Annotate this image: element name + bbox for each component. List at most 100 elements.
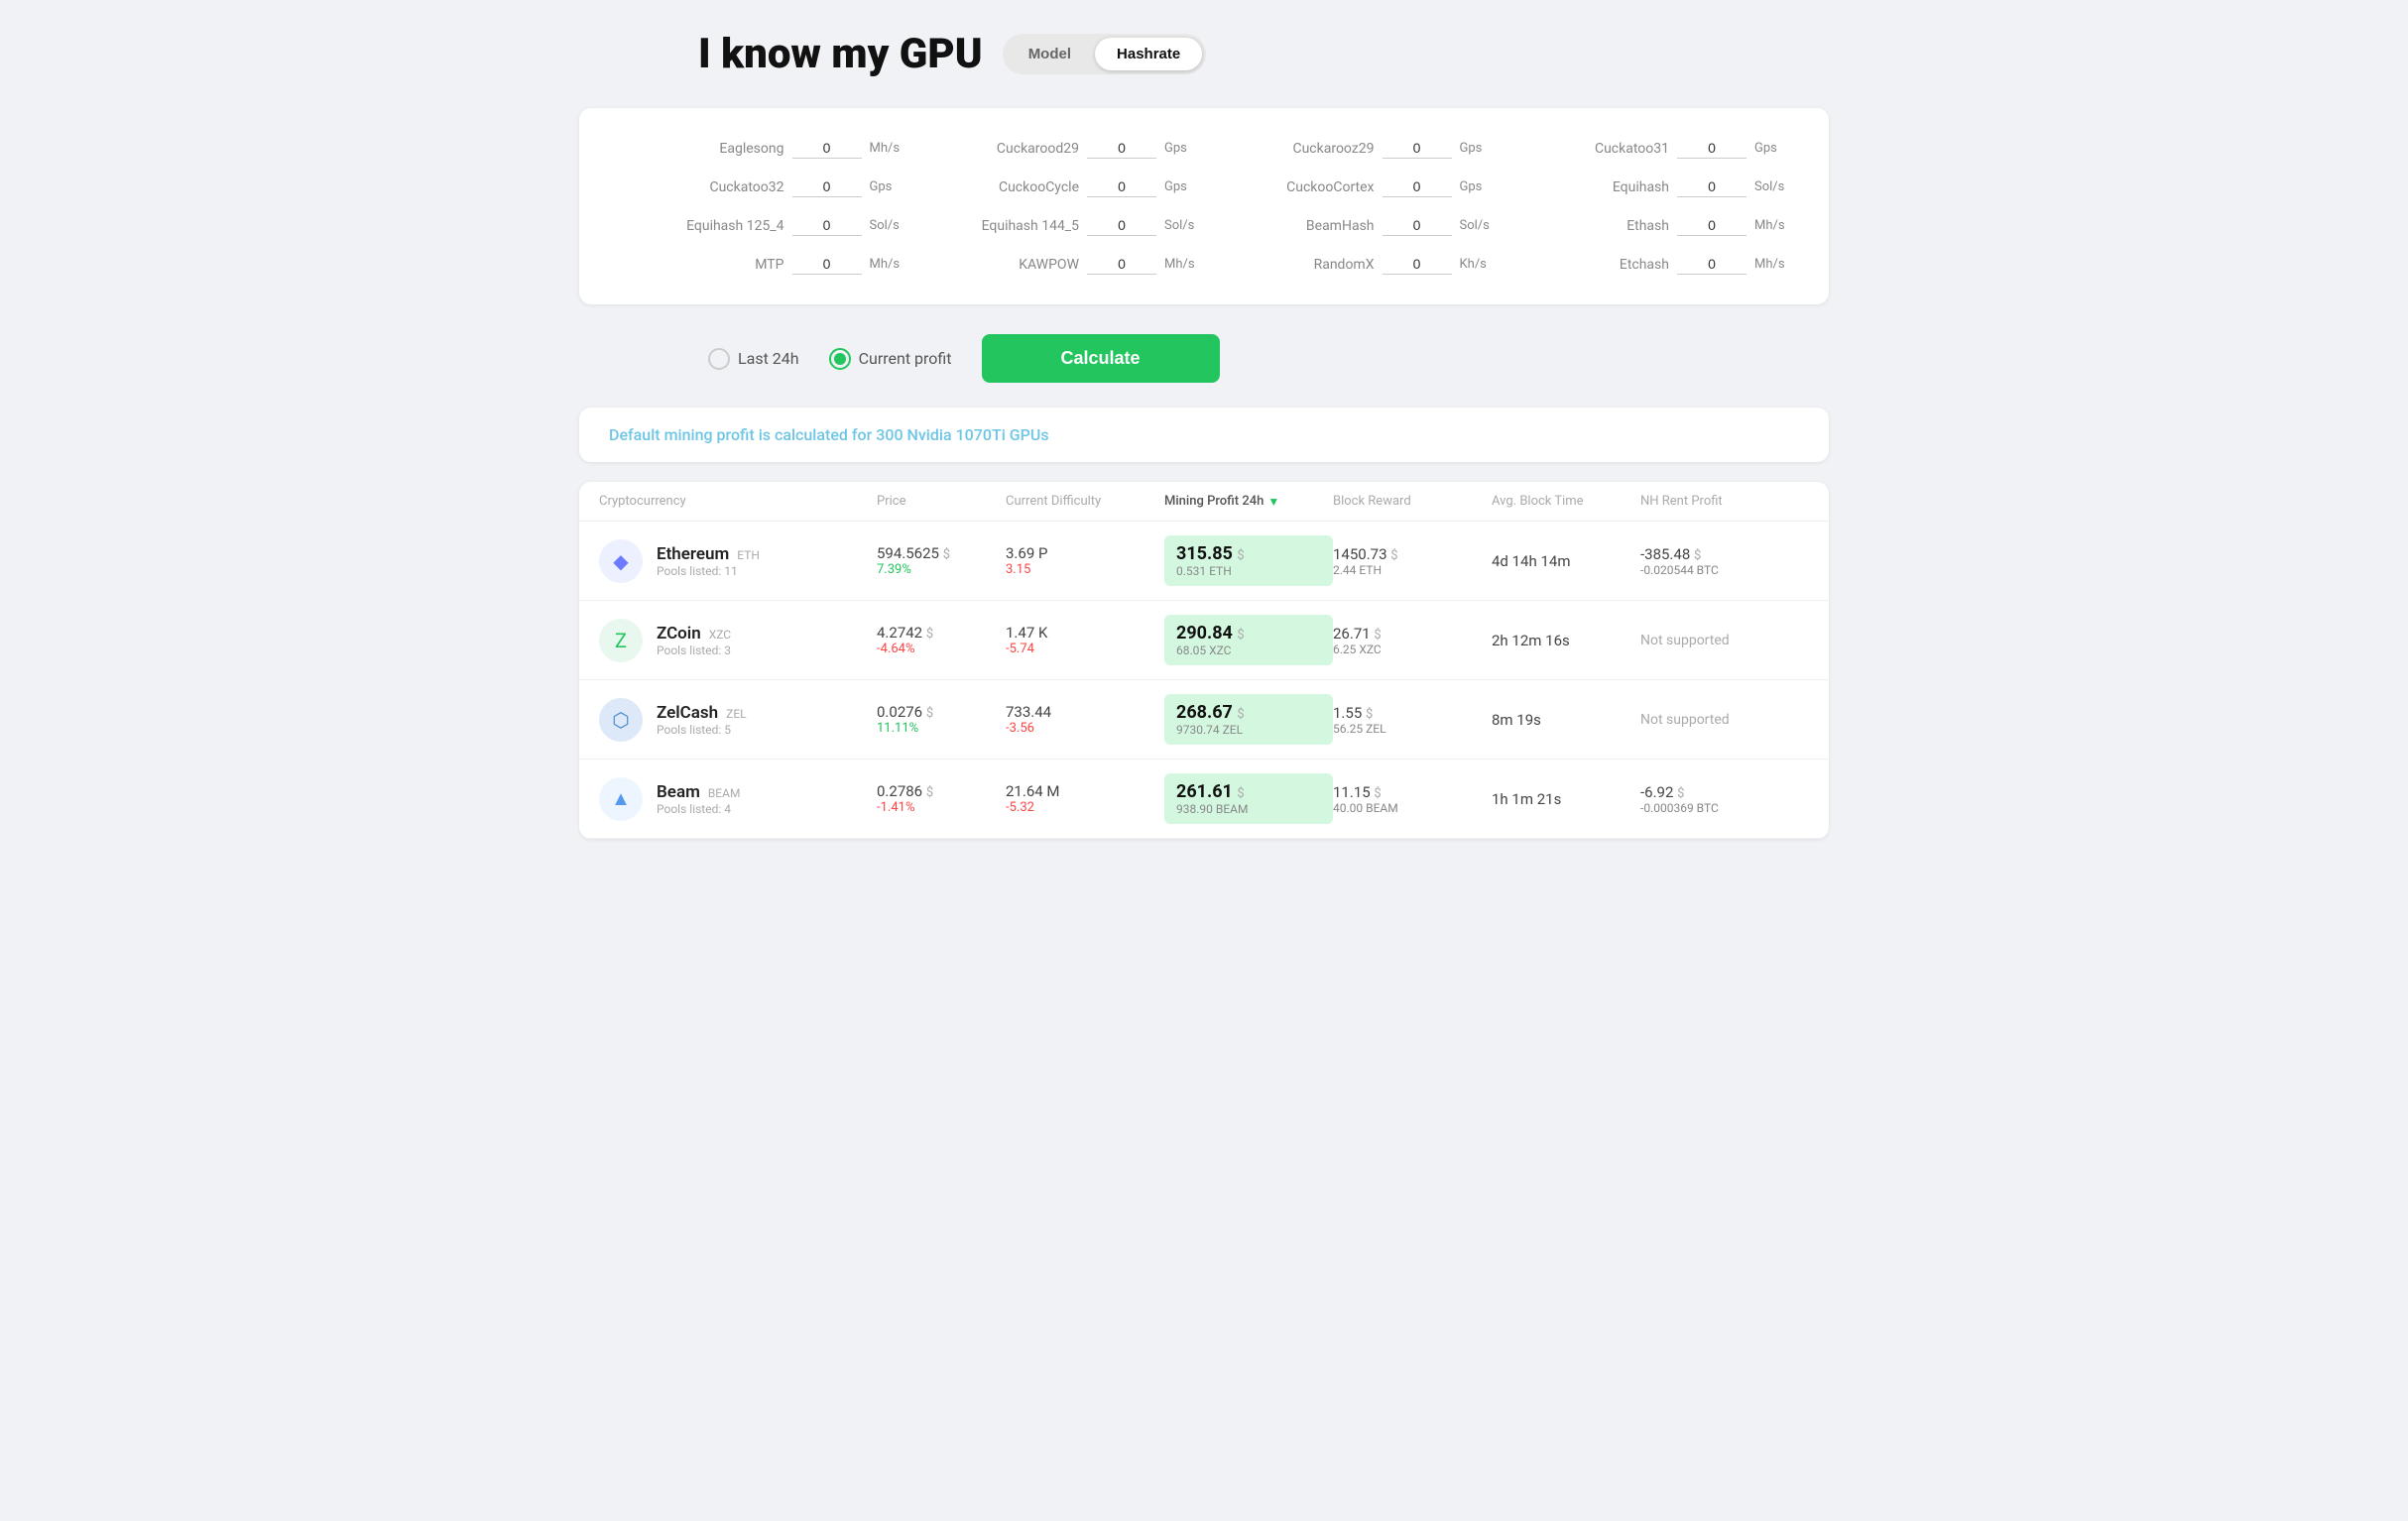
price-change: -1.41% (877, 800, 1006, 815)
block-time-value: 4d 14h 14m (1492, 552, 1640, 570)
hashrate-input-6[interactable] (1383, 176, 1452, 197)
nh-rent-btc: -0.020544 BTC (1640, 563, 1799, 577)
coin-name-block: Ethereum ETH Pools listed: 11 (657, 544, 760, 578)
hashrate-input-11[interactable] (1677, 215, 1746, 236)
hashrate-unit: Mh/s (1754, 218, 1789, 233)
block-time-block: 8m 19s (1492, 711, 1640, 729)
nh-rent-value: -6.92 $ (1640, 783, 1799, 801)
difficulty-change: -5.32 (1006, 800, 1164, 815)
pools-listed: Pools listed: 5 (657, 723, 747, 737)
current-profit-label: Current profit (859, 349, 952, 368)
last24h-label: Last 24h (738, 349, 799, 368)
hashrate-input-4[interactable] (792, 176, 862, 197)
hashrate-unit: Gps (1754, 141, 1789, 156)
reward-sub: 2.44 ETH (1333, 563, 1492, 577)
hashrate-label: RandomX (1314, 257, 1375, 273)
coin-ticker: XZC (709, 628, 731, 642)
profit-value: 268.67 $ (1176, 702, 1321, 723)
table-row-inner: ⬡ ZelCash ZEL Pools listed: 5 0.0276 $ 1… (579, 680, 1829, 759)
coin-name: Beam (657, 782, 700, 802)
hashrate-input-5[interactable] (1087, 176, 1156, 197)
hashrate-toggle-btn[interactable]: Hashrate (1095, 38, 1202, 70)
hashrate-input-14[interactable] (1383, 254, 1452, 275)
hashrate-input-10[interactable] (1383, 215, 1452, 236)
th-mining-profit[interactable]: Mining Profit 24h ▼ (1164, 494, 1333, 509)
pools-listed: Pools listed: 4 (657, 802, 740, 816)
hashrate-field-kawpow: KAWPOW Mh/s (914, 254, 1200, 275)
coin-ticker: ZEL (726, 707, 746, 721)
sort-arrow-icon: ▼ (1267, 495, 1279, 509)
hashrate-label: Equihash 125_4 (686, 218, 783, 234)
block-time-block: 2h 12m 16s (1492, 632, 1640, 649)
hashrate-input-8[interactable] (792, 215, 862, 236)
reward-sub: 6.25 XZC (1333, 643, 1492, 656)
hashrate-input-9[interactable] (1087, 215, 1156, 236)
coin-icon-eth: ◆ (599, 539, 643, 583)
results-table: Cryptocurrency Price Current Difficulty … (579, 482, 1829, 839)
nh-not-supported: Not supported (1640, 633, 1799, 648)
th-price: Price (877, 494, 1006, 509)
price-block: 0.0276 $ 11.11% (877, 703, 1006, 736)
difficulty-change: -3.56 (1006, 721, 1164, 736)
hashrate-field-beamhash: BeamHash Sol/s (1209, 215, 1495, 236)
price-change: -4.64% (877, 642, 1006, 656)
profit-cell-wrapper: 315.85 $ 0.531 ETH (1164, 535, 1333, 586)
block-time-value: 2h 12m 16s (1492, 632, 1640, 649)
reward-block: 1450.73 $ 2.44 ETH (1333, 545, 1492, 577)
hashrate-label: BeamHash (1306, 218, 1375, 234)
table-body: ◆ Ethereum ETH Pools listed: 11 594.5625… (579, 522, 1829, 839)
calculate-button[interactable]: Calculate (982, 334, 1220, 383)
pools-listed: Pools listed: 11 (657, 564, 760, 578)
hashrate-unit: Mh/s (870, 141, 904, 156)
hashrate-input-1[interactable] (1087, 138, 1156, 159)
current-profit-radio-circle (829, 348, 851, 370)
nh-rent-block: Not supported (1640, 633, 1799, 648)
coin-icon-xzc: Z (599, 619, 643, 662)
hashrate-field-cuckatoo32: Cuckatoo32 Gps (619, 176, 904, 197)
profit-value: 261.61 $ (1176, 781, 1321, 802)
hashrate-input-15[interactable] (1677, 254, 1746, 275)
price-value: 4.2742 $ (877, 624, 1006, 642)
current-profit-radio-label[interactable]: Current profit (829, 348, 952, 370)
table-row: ◆ Ethereum ETH Pools listed: 11 594.5625… (579, 522, 1829, 601)
hashrate-field-cuckoocortex: CuckooCortex Gps (1209, 176, 1495, 197)
info-banner: Default mining profit is calculated for … (579, 408, 1829, 462)
last24h-radio-label[interactable]: Last 24h (708, 348, 799, 370)
hashrate-unit: Mh/s (870, 257, 904, 272)
coin-name: ZCoin (657, 624, 701, 644)
model-toggle-btn[interactable]: Model (1007, 38, 1093, 70)
hashrate-unit: Gps (1164, 179, 1199, 194)
hashrate-unit: Sol/s (1754, 179, 1789, 194)
hashrate-unit: Sol/s (1460, 218, 1495, 233)
hashrate-input-0[interactable] (792, 138, 862, 159)
hashrate-input-13[interactable] (1087, 254, 1156, 275)
mode-toggle-group: Model Hashrate (1003, 34, 1207, 74)
reward-block: 26.71 $ 6.25 XZC (1333, 625, 1492, 656)
hashrate-field-eaglesong: Eaglesong Mh/s (619, 138, 904, 159)
hashrate-input-3[interactable] (1677, 138, 1746, 159)
hashrate-unit: Sol/s (870, 218, 904, 233)
block-time-value: 8m 19s (1492, 711, 1640, 729)
pools-listed: Pools listed: 3 (657, 644, 731, 657)
profit-cell: 261.61 $ 938.90 BEAM (1164, 773, 1333, 824)
hashrate-input-7[interactable] (1677, 176, 1746, 197)
hashrate-field-equihash-144_5: Equihash 144_5 Sol/s (914, 215, 1200, 236)
coin-info: ▲ Beam BEAM Pools listed: 4 (599, 777, 877, 821)
profit-cell-wrapper: 261.61 $ 938.90 BEAM (1164, 773, 1333, 824)
hashrate-unit: Gps (1460, 141, 1495, 156)
hashrate-input-12[interactable] (792, 254, 862, 275)
hashrate-unit: Kh/s (1460, 257, 1495, 272)
profit-sub: 0.531 ETH (1176, 564, 1321, 578)
hashrate-input-2[interactable] (1383, 138, 1452, 159)
price-block: 4.2742 $ -4.64% (877, 624, 1006, 656)
coin-info: Z ZCoin XZC Pools listed: 3 (599, 619, 877, 662)
hashrate-label: Cuckarooz29 (1292, 141, 1374, 157)
block-time-block: 4d 14h 14m (1492, 552, 1640, 570)
reward-value: 1.55 $ (1333, 704, 1492, 722)
hashrate-label: Ethash (1626, 218, 1669, 234)
hashrate-unit: Mh/s (1164, 257, 1199, 272)
price-value: 594.5625 $ (877, 544, 1006, 562)
difficulty-block: 733.44 -3.56 (1006, 703, 1164, 736)
profit-cell: 290.84 $ 68.05 XZC (1164, 615, 1333, 665)
coin-icon-zel: ⬡ (599, 698, 643, 742)
